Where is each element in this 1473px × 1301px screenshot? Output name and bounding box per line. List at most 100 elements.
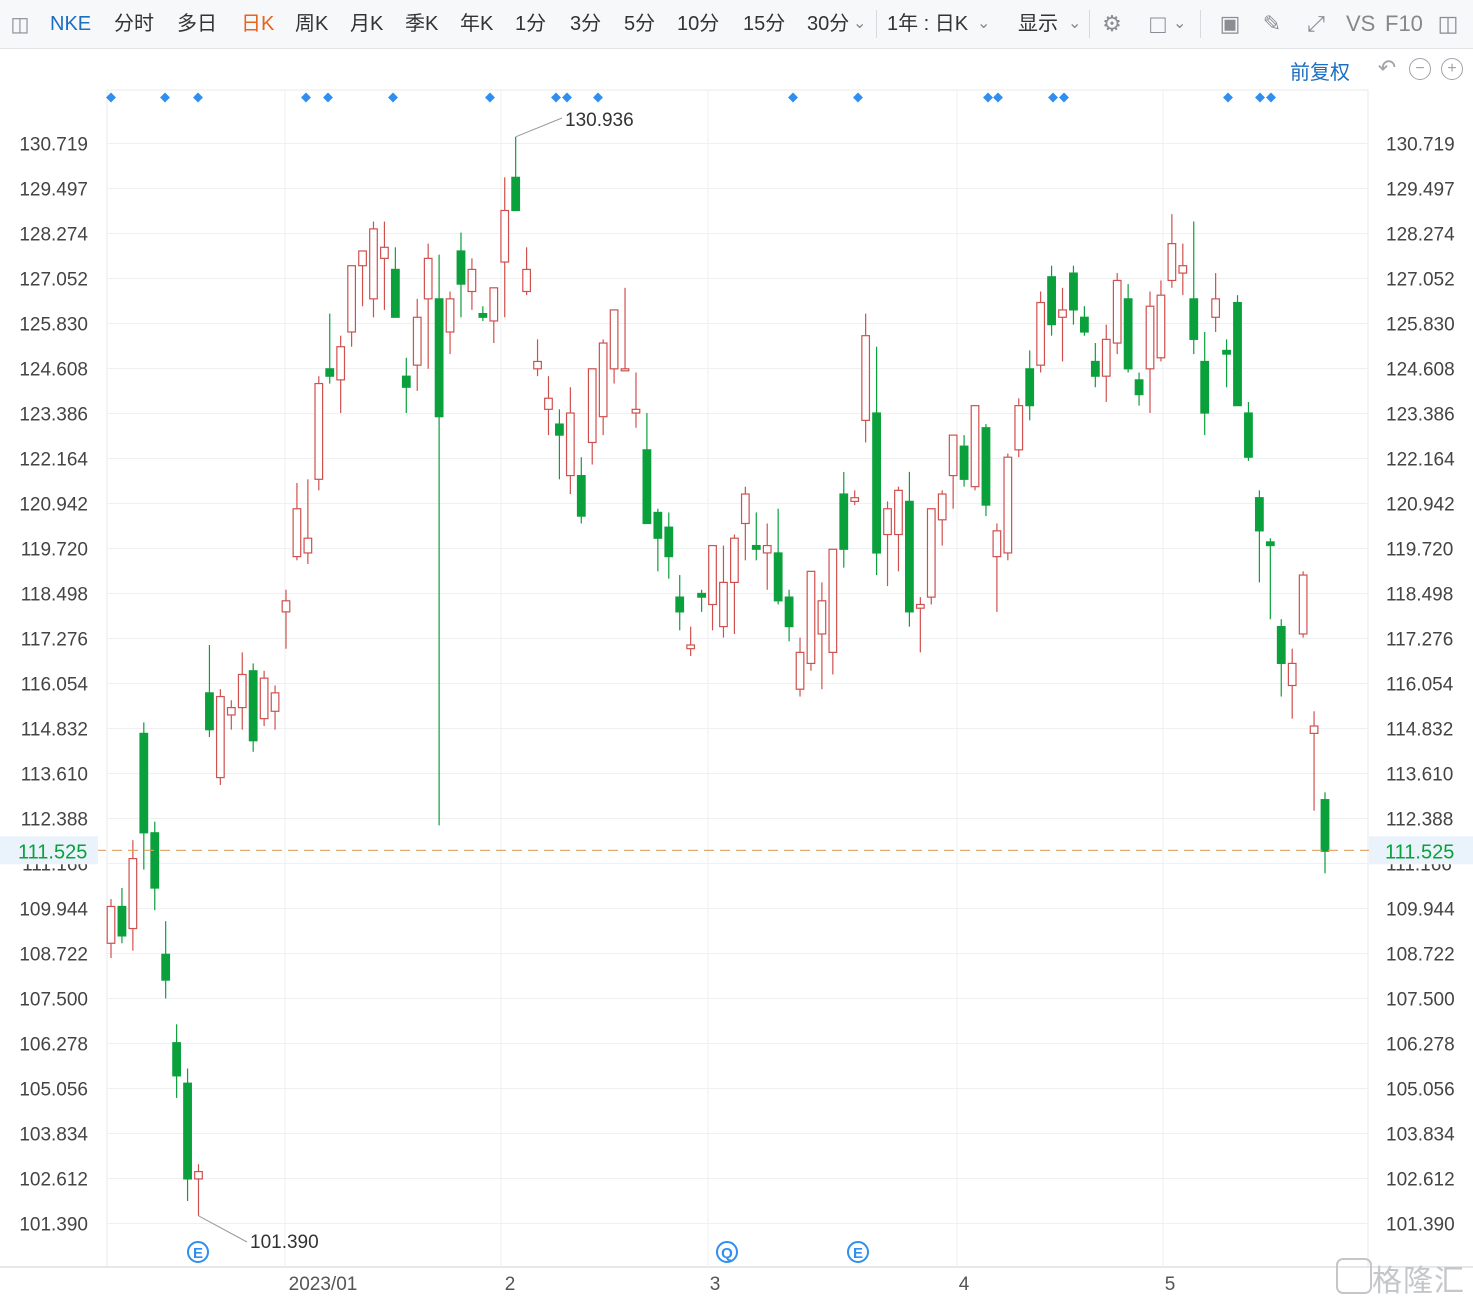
candle-body[interactable]	[1211, 298, 1221, 318]
candle-body[interactable]	[981, 427, 991, 506]
event-diamond-icon[interactable]	[160, 92, 170, 103]
event-diamond-icon[interactable]	[388, 92, 398, 103]
candle-body[interactable]	[1320, 799, 1330, 852]
candle-body[interactable]	[270, 692, 280, 712]
candle-body[interactable]	[215, 695, 225, 779]
candle-body[interactable]	[1090, 360, 1100, 377]
candle-body[interactable]	[730, 537, 739, 584]
candle-body[interactable]	[1145, 305, 1155, 370]
candle-body[interactable]	[1189, 298, 1199, 340]
candle-body[interactable]	[719, 581, 728, 628]
candle-body[interactable]	[850, 497, 860, 502]
candle-body[interactable]	[401, 375, 411, 388]
candle-body[interactable]	[172, 1042, 182, 1077]
candle-body[interactable]	[1036, 301, 1046, 366]
candle-body[interactable]	[1058, 309, 1067, 318]
candle-body[interactable]	[281, 600, 291, 613]
candle-body[interactable]	[1069, 272, 1078, 311]
candle-body[interactable]	[1200, 360, 1210, 414]
candle-body[interactable]	[314, 382, 324, 480]
candle-body[interactable]	[675, 596, 685, 613]
candle-body[interactable]	[489, 287, 499, 322]
candle-body[interactable]	[795, 651, 805, 690]
candle-body[interactable]	[970, 405, 980, 488]
candle-body[interactable]	[664, 526, 674, 558]
candle-body[interactable]	[598, 342, 608, 418]
candle-body[interactable]	[642, 449, 652, 525]
candle-body[interactable]	[1298, 574, 1308, 635]
candle-body[interactable]	[500, 209, 510, 263]
candle-body[interactable]	[1047, 276, 1056, 326]
candle-body[interactable]	[751, 544, 761, 550]
candle-body[interactable]	[697, 592, 706, 598]
candle-body[interactable]	[336, 346, 346, 381]
candle-body[interactable]	[183, 1082, 192, 1180]
candle-body[interactable]	[1265, 541, 1275, 547]
candle-body[interactable]	[1101, 338, 1111, 377]
candle-body[interactable]	[784, 596, 794, 628]
candle-body[interactable]	[522, 268, 532, 293]
candle-body[interactable]	[106, 905, 116, 944]
event-diamond-icon[interactable]	[106, 92, 116, 103]
candle-body[interactable]	[1178, 265, 1188, 274]
candle-body[interactable]	[248, 670, 258, 742]
candle-body[interactable]	[259, 677, 269, 720]
candle-body[interactable]	[390, 268, 400, 318]
candle-body[interactable]	[1167, 243, 1177, 282]
candle-body[interactable]	[369, 228, 378, 300]
candle-body[interactable]	[205, 692, 214, 731]
candle-body[interactable]	[533, 360, 542, 370]
candle-body[interactable]	[861, 335, 871, 421]
candle-body[interactable]	[1233, 301, 1242, 407]
event-diamond-icon[interactable]	[788, 92, 798, 103]
candle-body[interactable]	[587, 368, 597, 444]
candle-body[interactable]	[609, 309, 619, 370]
candle-body[interactable]	[226, 707, 236, 716]
candle-body[interactable]	[959, 445, 969, 480]
candle-body[interactable]	[926, 508, 936, 598]
candle-body[interactable]	[828, 548, 838, 653]
candle-body[interactable]	[565, 412, 575, 477]
candle-body[interactable]	[303, 537, 313, 554]
candle-body[interactable]	[128, 857, 138, 930]
candle-body[interactable]	[117, 905, 127, 937]
candle-body[interactable]	[894, 489, 903, 536]
candle-body[interactable]	[467, 268, 477, 293]
event-diamond-icon[interactable]	[1059, 92, 1069, 103]
candle-body[interactable]	[817, 600, 827, 635]
candlestick-chart[interactable]: 130.719 130.719 129.497 129.497 128.274 128.2…	[0, 0, 1473, 1301]
candle-body[interactable]	[937, 493, 947, 521]
candle-body[interactable]	[1079, 316, 1089, 333]
candle-body[interactable]	[904, 500, 914, 613]
event-diamond-icon[interactable]	[301, 92, 311, 103]
event-diamond-icon[interactable]	[853, 92, 863, 103]
candle-body[interactable]	[478, 312, 488, 318]
candle-body[interactable]	[161, 953, 171, 981]
candle-body[interactable]	[762, 544, 772, 554]
candle-body[interactable]	[434, 298, 444, 418]
event-diamond-icon[interactable]	[593, 92, 603, 103]
candle-body[interactable]	[1025, 368, 1035, 407]
candle-body[interactable]	[347, 265, 357, 333]
candle-body[interactable]	[292, 508, 302, 558]
event-diamond-icon[interactable]	[1223, 92, 1233, 103]
candle-body[interactable]	[1134, 379, 1144, 396]
event-diamond-icon[interactable]	[551, 92, 561, 103]
event-diamond-icon[interactable]	[562, 92, 572, 103]
candle-body[interactable]	[150, 832, 160, 889]
candle-body[interactable]	[445, 298, 455, 333]
candle-body[interactable]	[139, 732, 149, 834]
candle-body[interactable]	[740, 493, 750, 525]
event-diamond-icon[interactable]	[323, 92, 333, 103]
candle-body[interactable]	[1123, 298, 1133, 370]
candle-body[interactable]	[1112, 279, 1122, 344]
candle-body[interactable]	[1003, 456, 1013, 554]
candle-body[interactable]	[948, 434, 958, 477]
candle-body[interactable]	[1222, 349, 1231, 355]
candle-body[interactable]	[237, 673, 247, 709]
candle-body[interactable]	[915, 603, 925, 609]
candle-body[interactable]	[1276, 625, 1286, 665]
candle-body[interactable]	[883, 508, 892, 536]
candle-body[interactable]	[412, 316, 422, 366]
event-diamond-icon[interactable]	[1255, 92, 1265, 103]
